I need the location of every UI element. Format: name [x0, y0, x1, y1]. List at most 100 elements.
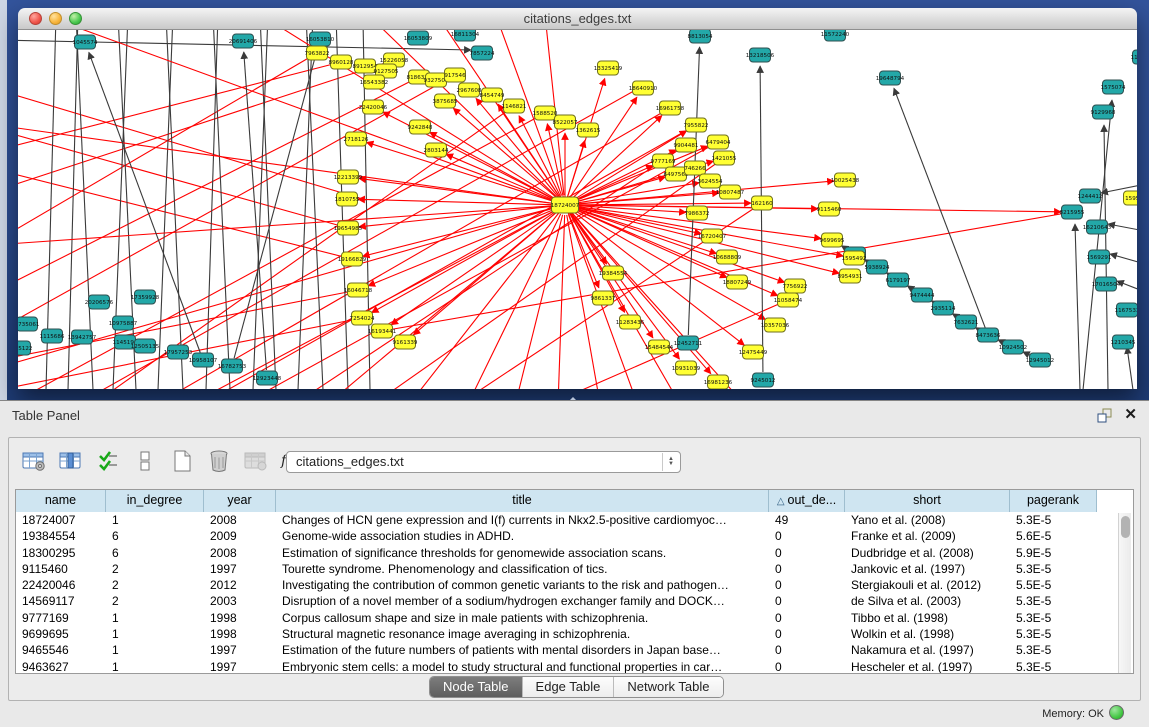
- graph-node[interactable]: 16961758: [656, 101, 685, 115]
- table-row[interactable]: 946362711997Embryonic stem cells: a mode…: [16, 659, 1133, 674]
- graph-node[interactable]: 16811304: [451, 30, 480, 41]
- table-row[interactable]: 2242004622012Investigating the contribut…: [16, 577, 1133, 593]
- graph-node[interactable]: 9699695: [820, 233, 845, 247]
- graph-node[interactable]: 9161339: [393, 335, 418, 349]
- graph-node[interactable]: 20691406: [229, 34, 258, 48]
- graph-node[interactable]: 162160: [751, 196, 773, 210]
- graph-node[interactable]: 3875685: [433, 94, 458, 108]
- graph-node[interactable]: 5938924: [865, 260, 890, 274]
- graph-node[interactable]: 7756922: [783, 279, 808, 293]
- table-selector-dropdown[interactable]: citations_edges.txt ▲▼: [286, 451, 681, 473]
- table-row[interactable]: 946554611997Estimation of the future num…: [16, 642, 1133, 658]
- table-row[interactable]: 977716911998Corpus callosum shape and si…: [16, 610, 1133, 626]
- graph-node[interactable]: 9245012: [751, 373, 776, 387]
- graph-node[interactable]: 8522057: [553, 115, 578, 129]
- vertical-scrollbar[interactable]: [1118, 513, 1131, 673]
- graph-node[interactable]: 1146821: [502, 99, 527, 113]
- graph-node[interactable]: 16981236: [704, 375, 733, 389]
- tab-network-table[interactable]: Network Table: [613, 677, 722, 697]
- graph-node[interactable]: 11058474: [774, 293, 803, 307]
- graph-node[interactable]: 2935114: [931, 301, 956, 315]
- network-window-titlebar[interactable]: citations_edges.txt: [18, 8, 1137, 30]
- graph-node[interactable]: 10807487: [716, 185, 745, 199]
- graph-node[interactable]: 10924502: [999, 340, 1027, 354]
- graph-node[interactable]: 15958: [1124, 191, 1138, 205]
- graph-node[interactable]: 1210345: [1111, 335, 1136, 349]
- graph-node[interactable]: 9115460: [817, 202, 842, 216]
- scrollbar-thumb[interactable]: [1121, 516, 1130, 538]
- table-row[interactable]: 1830029562008Estimation of significance …: [16, 545, 1133, 561]
- graph-node[interactable]: 2803144: [424, 143, 449, 157]
- graph-node[interactable]: 9904481: [674, 138, 699, 152]
- graph-node[interactable]: 1115686: [40, 329, 65, 343]
- column-header-year[interactable]: year: [204, 490, 276, 512]
- table-row[interactable]: 969969511998Structural magnetic resonanc…: [16, 626, 1133, 642]
- graph-node[interactable]: 19654985: [334, 221, 363, 235]
- graph-node[interactable]: 1362615: [576, 123, 601, 137]
- graph-node[interactable]: 9861337: [591, 291, 616, 305]
- graph-node[interactable]: 8813054: [688, 30, 713, 43]
- graph-node[interactable]: 16053810: [306, 32, 335, 46]
- graph-node[interactable]: 8960128: [329, 55, 354, 69]
- graph-node[interactable]: 16193441: [368, 324, 397, 338]
- close-panel-icon[interactable]: ✕: [1124, 405, 1137, 423]
- graph-node[interactable]: 17016504: [1092, 277, 1121, 291]
- graph-node[interactable]: 7857224: [470, 46, 495, 60]
- graph-node[interactable]: 1810755: [335, 192, 360, 206]
- column-header-name[interactable]: name: [16, 490, 106, 512]
- graph-node[interactable]: 10357036: [761, 318, 790, 332]
- graph-node[interactable]: 16210643: [1083, 220, 1112, 234]
- graph-node[interactable]: 7254024: [350, 311, 375, 325]
- network-canvas[interactable]: 1045574 20691406 16053810 16053809 16811304 7…: [18, 30, 1137, 389]
- delete-table-icon[interactable]: [241, 446, 271, 476]
- graph-node[interactable]: 18724007: [551, 197, 580, 213]
- graph-node[interactable]: 19166829: [338, 252, 367, 266]
- graph-node[interactable]: 746266: [684, 161, 706, 175]
- graph-node[interactable]: 9777169: [651, 154, 676, 168]
- show-columns-icon[interactable]: [56, 446, 86, 476]
- column-header-out_degree[interactable]: △out_de...: [769, 490, 845, 512]
- graph-node[interactable]: 11572240: [821, 30, 850, 41]
- graph-node[interactable]: 7963822: [305, 46, 330, 60]
- graph-node[interactable]: 8473636: [976, 328, 1001, 342]
- graph-node[interactable]: 6479404: [706, 135, 731, 149]
- graph-node[interactable]: 1112304: [1131, 50, 1137, 64]
- graph-node[interactable]: 12452711: [674, 336, 703, 350]
- graph-node[interactable]: 12213399: [334, 170, 363, 184]
- graph-node[interactable]: 1167533: [1115, 303, 1137, 317]
- column-header-title[interactable]: title: [276, 490, 769, 512]
- graph-node[interactable]: 18640910: [629, 81, 658, 95]
- graph-node[interactable]: 917546: [444, 68, 466, 82]
- new-column-icon[interactable]: [167, 446, 197, 476]
- graph-node[interactable]: 7632621: [954, 315, 979, 329]
- graph-node[interactable]: 16543382: [360, 75, 388, 89]
- graph-node[interactable]: 16046718: [344, 283, 373, 297]
- graph-node[interactable]: 10931039: [672, 361, 701, 375]
- graph-node[interactable]: 17359928: [131, 290, 160, 304]
- graph-node[interactable]: 6179197: [886, 273, 911, 287]
- graph-node[interactable]: 19384554: [599, 266, 628, 280]
- graph-node[interactable]: 18807249: [723, 275, 752, 289]
- column-header-pagerank[interactable]: pagerank: [1010, 490, 1097, 512]
- graph-node[interactable]: 10688809: [713, 250, 742, 264]
- table-row[interactable]: 1456911722003Disruption of a novel membe…: [16, 593, 1133, 609]
- select-all-checks-icon[interactable]: [93, 446, 123, 476]
- graph-node[interactable]: 2967608: [457, 83, 482, 97]
- graph-node[interactable]: 17957253: [164, 345, 193, 359]
- graph-node[interactable]: 7955822: [684, 118, 709, 132]
- graph-node[interactable]: 8215955: [1060, 205, 1085, 219]
- graph-node[interactable]: 10975887: [109, 316, 138, 330]
- table-settings-icon[interactable]: [19, 446, 49, 476]
- graph-node[interactable]: 16053809: [404, 31, 433, 45]
- graph-node[interactable]: 2718126: [344, 132, 369, 146]
- graph-node[interactable]: 1045574: [73, 35, 98, 49]
- graph-node[interactable]: 7986372: [685, 206, 710, 220]
- graph-node[interactable]: 10025438: [831, 173, 860, 187]
- graph-node[interactable]: 13218506: [746, 48, 775, 62]
- graph-node[interactable]: 8954931: [838, 269, 863, 283]
- delete-column-icon[interactable]: [204, 446, 234, 476]
- graph-node[interactable]: 8454749: [480, 88, 505, 102]
- graph-node[interactable]: 1569291: [1087, 250, 1112, 264]
- table-row[interactable]: 1872400712008Changes of HCN gene express…: [16, 512, 1133, 528]
- table-row[interactable]: 911546021997Tourette syndrome. Phenomeno…: [16, 561, 1133, 577]
